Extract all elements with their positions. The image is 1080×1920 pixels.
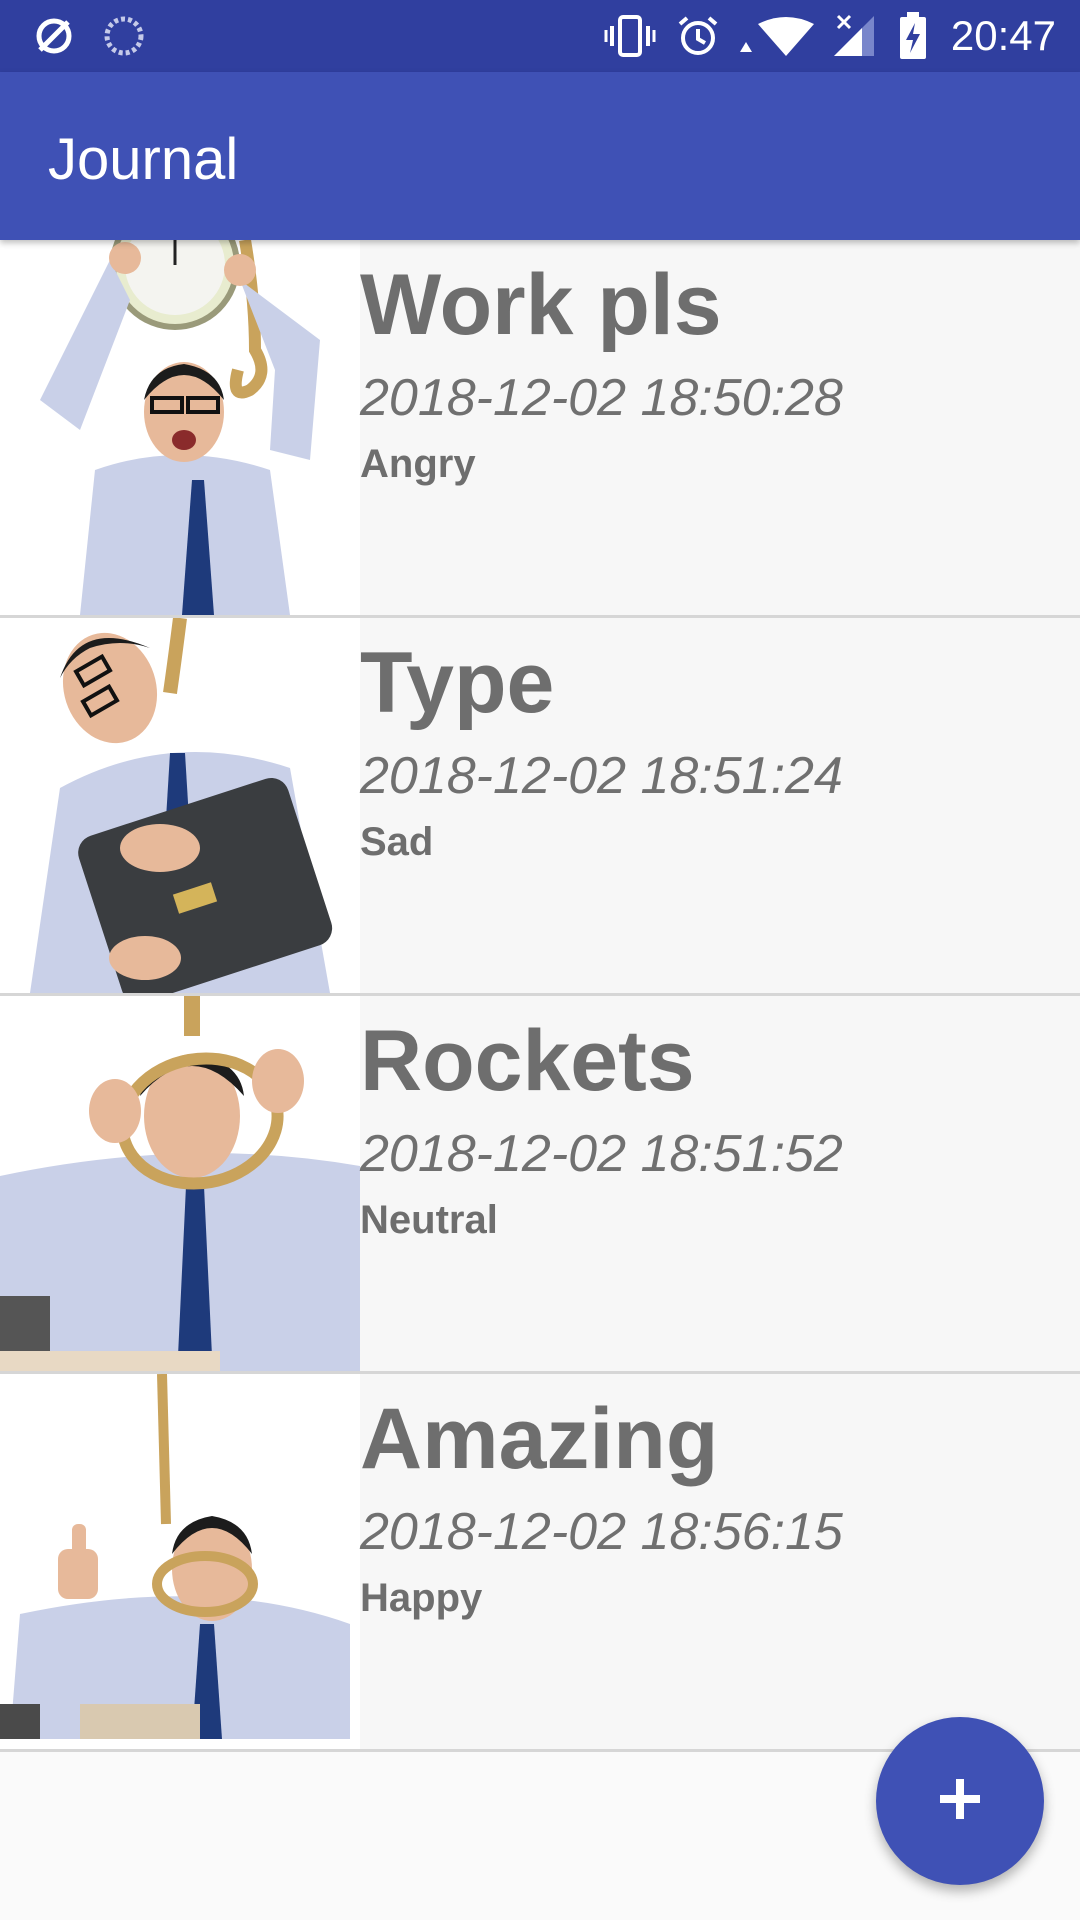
entry-thumbnail [0,618,360,993]
entry-mood: Neutral [360,1198,498,1242]
no-sync-icon [34,14,74,58]
loading-icon [102,14,146,58]
journal-list: Work pls 2018-12-02 18:50:28 Angry Type … [0,240,1080,1752]
battery-charging-icon [898,12,928,59]
wifi-icon [738,14,818,58]
add-entry-button[interactable] [876,1717,1044,1885]
entry-thumbnail [0,240,360,615]
app-title: Journal [48,127,239,192]
entry-date: 2018-12-02 18:51:52 [360,1125,843,1183]
entry-mood: Angry [360,442,476,486]
list-item[interactable]: Type 2018-12-02 18:51:24 Sad [0,618,1080,996]
entry-title: Rockets [360,1013,695,1109]
entry-title: Amazing [360,1391,719,1487]
entry-title: Type [360,635,555,731]
list-item[interactable]: Rockets 2018-12-02 18:51:52 Neutral [0,996,1080,1374]
entry-thumbnail [0,996,360,1371]
entry-date: 2018-12-02 18:51:24 [360,747,843,805]
plus-icon [938,1777,982,1826]
entry-thumbnail [0,1374,360,1749]
entry-title: Work pls [360,257,722,353]
list-item[interactable]: Amazing 2018-12-02 18:56:15 Happy [0,1374,1080,1752]
no-signal-icon [832,14,876,58]
vibrate-icon [604,14,656,58]
entry-mood: Happy [360,1576,483,1620]
list-item[interactable]: Work pls 2018-12-02 18:50:28 Angry [0,240,1080,618]
status-bar: 20:47 [0,0,1080,72]
entry-mood: Sad [360,820,434,864]
alarm-icon [676,14,720,58]
entry-date: 2018-12-02 18:56:15 [360,1503,843,1561]
entry-date: 2018-12-02 18:50:28 [360,369,843,427]
status-time: 20:47 [950,12,1056,59]
app-bar: Journal [0,72,1080,240]
